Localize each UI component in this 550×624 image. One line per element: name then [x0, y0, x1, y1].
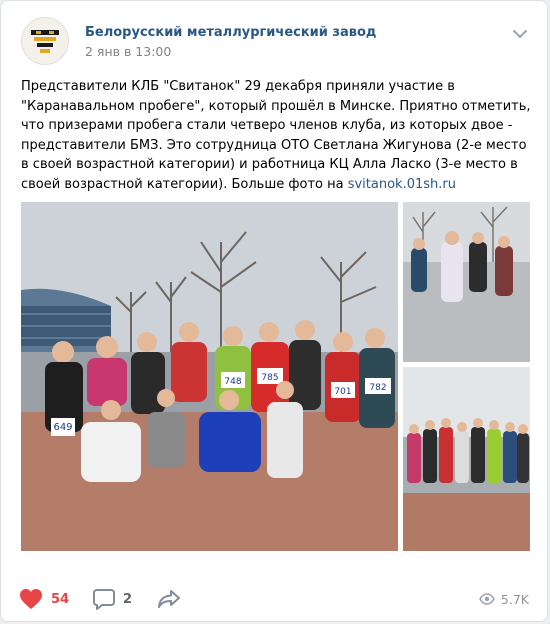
bib-701: 701	[334, 387, 351, 397]
photo-main[interactable]: 649 748 785 701 782	[21, 202, 398, 551]
bib-782: 782	[369, 383, 386, 393]
photo-side-2[interactable]	[403, 367, 530, 551]
action-bar: 54 2 5.7K	[1, 581, 549, 617]
views-count: 5.7K	[500, 591, 529, 607]
group-start-photo-image	[403, 367, 530, 551]
comment-button[interactable]: 2	[93, 581, 132, 617]
post-link[interactable]: svitanok.01sh.ru	[348, 177, 456, 192]
group-avatar[interactable]	[21, 17, 69, 65]
post-card: Белорусский металлургический завод 2 янв…	[0, 0, 548, 622]
runners-photo-image	[403, 202, 530, 362]
post-text: Представители КЛБ "Свитанок" 29 декабря …	[21, 77, 531, 194]
comment-icon	[93, 589, 115, 610]
share-button[interactable]	[157, 581, 181, 617]
eye-icon	[479, 593, 495, 605]
like-button[interactable]: 54	[19, 581, 69, 617]
heart-icon	[20, 589, 42, 609]
bmz-logo-icon	[31, 30, 59, 53]
bib-785: 785	[261, 373, 278, 383]
photo-side-1[interactable]	[403, 202, 530, 362]
share-arrow-icon	[158, 590, 180, 608]
group-photo-image: 649 748 785 701 782	[21, 202, 398, 551]
bib-748: 748	[224, 377, 241, 387]
comments-count: 2	[123, 591, 133, 607]
chevron-down-icon[interactable]	[511, 27, 529, 41]
likes-count: 54	[51, 591, 70, 607]
views-counter: 5.7K	[479, 581, 529, 617]
post-text-body: Представители КЛБ "Свитанок" 29 декабря …	[21, 79, 531, 192]
post-date[interactable]: 2 янв в 13:00	[85, 44, 171, 59]
author-name[interactable]: Белорусский металлургический завод	[85, 25, 376, 40]
bib-649: 649	[53, 422, 72, 433]
